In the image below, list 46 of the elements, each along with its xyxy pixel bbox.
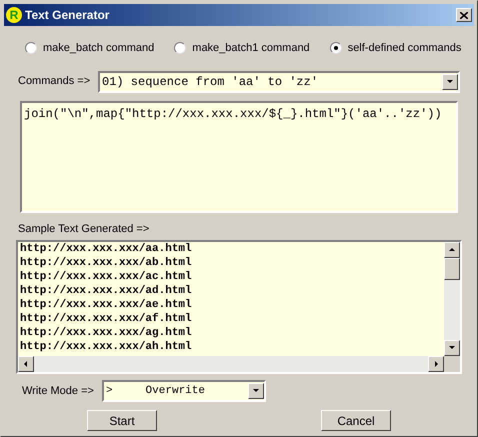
- scroll-thumb[interactable]: [444, 258, 460, 280]
- output-line: http://xxx.xxx.xxx/ab.html: [20, 256, 193, 270]
- down-arrow-icon: [252, 387, 260, 395]
- dialog-button[interactable]: Start: [87, 410, 157, 431]
- expression-field[interactable]: join("\n",map{"http://xxx.xxx.xxx/${_}.html"}('aa'..'zz')): [20, 100, 458, 212]
- radio-label: make_batch1 command: [192, 41, 310, 56]
- radio-option[interactable]: make_batch1 command: [174, 40, 310, 56]
- scroll-button[interactable]: [248, 383, 264, 399]
- scroll-button[interactable]: [444, 340, 460, 356]
- scroll-button[interactable]: [444, 242, 460, 258]
- write-mode-dropdown[interactable]: > Overwrite: [102, 380, 266, 402]
- vertical-scrollbar[interactable]: [444, 242, 460, 356]
- write-mode-value: > Overwrite: [104, 384, 206, 399]
- up-arrow-icon: [448, 246, 456, 254]
- scroll-button[interactable]: [428, 356, 444, 372]
- output-line: http://xxx.xxx.xxx/ae.html: [20, 298, 193, 312]
- output-line: http://xxx.xxx.xxx/ad.html: [20, 284, 193, 298]
- output-line: http://xxx.xxx.xxx/ah.html: [20, 340, 193, 354]
- horizontal-scrollbar[interactable]: [18, 356, 444, 372]
- close-button[interactable]: [456, 8, 472, 22]
- down-arrow-icon: [446, 78, 454, 86]
- radio-button[interactable]: [174, 42, 186, 54]
- write-mode-label: Write Mode =>: [22, 384, 94, 399]
- scroll-button[interactable]: [442, 74, 458, 90]
- radio-button[interactable]: [330, 42, 342, 54]
- output-line: http://xxx.xxx.xxx/ac.html: [20, 270, 193, 284]
- commands-label: Commands =>: [18, 74, 90, 90]
- window-title: Text Generator: [25, 7, 110, 24]
- dialog-button[interactable]: Cancel: [321, 410, 391, 431]
- radio-option[interactable]: self-defined commands: [330, 40, 462, 56]
- radio-option[interactable]: make_batch command: [25, 40, 154, 56]
- output-line: http://xxx.xxx.xxx/ag.html: [20, 326, 193, 340]
- close-icon: [460, 12, 468, 18]
- radio-button[interactable]: [25, 42, 37, 54]
- scroll-button[interactable]: [18, 356, 34, 372]
- sample-label: Sample Text Generated =>: [18, 222, 150, 236]
- left-arrow-icon: [22, 360, 30, 368]
- app-logo: R: [6, 7, 22, 23]
- radio-label: self-defined commands: [348, 41, 462, 56]
- commands-value: 01) sequence from 'aa' to 'zz': [101, 74, 320, 90]
- commands-dropdown[interactable]: 01) sequence from 'aa' to 'zz': [98, 70, 460, 92]
- radio-label: make_batch command: [43, 41, 154, 56]
- right-arrow-icon: [432, 360, 440, 368]
- output-line: http://xxx.xxx.xxx/aa.html: [20, 242, 193, 256]
- down-arrow-icon: [448, 344, 456, 352]
- output-line: http://xxx.xxx.xxx/af.html: [20, 312, 193, 326]
